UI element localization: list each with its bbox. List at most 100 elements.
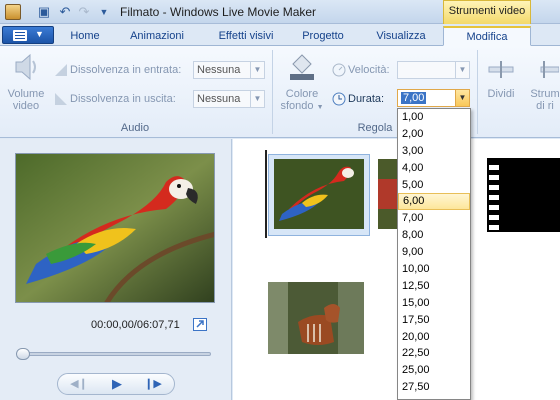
duration-option[interactable]: 8,00 (398, 227, 470, 244)
menu-icon (13, 30, 27, 41)
duration-option-highlighted[interactable]: 6,00 (398, 193, 470, 211)
speed-label-row: Velocità: (332, 63, 390, 77)
filmstrip-holes (489, 160, 499, 230)
duration-option[interactable]: 3,00 (398, 143, 470, 160)
chevron-down-icon: ▼ (35, 29, 44, 39)
group-separator (272, 50, 273, 134)
clip-image (378, 159, 398, 229)
group-separator (477, 50, 478, 134)
speed-select[interactable]: ▼ (397, 61, 470, 79)
chevron-down-icon: ▼ (455, 62, 469, 78)
clock-icon (332, 92, 346, 106)
playback-controls: ◀❙ ▶ ❙▶ (57, 373, 175, 395)
previous-frame-icon[interactable]: ◀❙ (64, 375, 94, 393)
tab-animazioni[interactable]: Animazioni (118, 27, 196, 45)
background-color-button[interactable]: Colore sfondo ▼ (276, 50, 328, 114)
duration-select[interactable]: 7,00 ▼ (397, 89, 470, 107)
fade-out-icon (54, 92, 68, 106)
duration-label-row: Durata: (332, 92, 384, 106)
audio-group-label: Audio (120, 122, 150, 134)
play-icon[interactable]: ▶ (102, 375, 132, 393)
duration-option[interactable]: 22,50 (398, 345, 470, 362)
antelope-clip-image (268, 282, 364, 354)
fade-in-icon (54, 63, 68, 77)
seek-slider-thumb[interactable] (16, 348, 30, 360)
seek-slider[interactable] (16, 348, 211, 360)
volume-video-button[interactable]: Volume video (4, 52, 48, 112)
ribbon: Volume video Dissolvenza in entrata: Nes… (0, 46, 560, 138)
chevron-down-icon: ▼ (316, 104, 324, 111)
speed-icon (332, 63, 346, 77)
trim-icon (540, 61, 560, 78)
duration-label: Durata: (348, 92, 385, 105)
fade-out-label-row: Dissolvenza in uscita: (54, 92, 176, 106)
fade-in-label-row: Dissolvenza in entrata: (54, 63, 181, 77)
chevron-down-icon: ▼ (250, 91, 264, 107)
tab-home[interactable]: Home (62, 27, 108, 45)
fade-in-label: Dissolvenza in entrata: (70, 63, 182, 76)
fade-out-value: Nessuna (197, 93, 241, 105)
duration-option[interactable]: 4,00 (398, 160, 470, 177)
paint-bucket-icon (290, 54, 314, 80)
split-button[interactable]: Dividi (480, 58, 522, 100)
clip-thumbnail[interactable] (378, 159, 398, 229)
volume-video-label-1: Volume (7, 88, 45, 100)
ribbon-tab-row: ▼ Home Animazioni Effetti visivi Progett… (0, 24, 560, 46)
playhead-marker[interactable] (265, 150, 267, 238)
background-color-label-1: Colore (285, 88, 319, 100)
fade-in-value: Nessuna (197, 64, 241, 76)
tab-progetto[interactable]: Progetto (291, 27, 355, 45)
next-frame-icon[interactable]: ❙▶ (138, 375, 168, 393)
tab-modifica[interactable]: Modifica (443, 26, 531, 46)
split-icon (488, 61, 514, 78)
parrot-image (16, 154, 214, 302)
clip-thumbnail[interactable] (274, 159, 364, 229)
clip-thumbnail[interactable] (487, 158, 560, 232)
duration-option[interactable]: 15,00 (398, 295, 470, 312)
timecode: 00:00,00/06:07,71 (91, 319, 180, 331)
trim-label-2: di ri (536, 100, 554, 112)
duration-option[interactable]: 1,00 (398, 109, 470, 126)
chevron-down-icon: ▼ (455, 90, 469, 106)
chevron-down-icon: ▼ (250, 62, 264, 78)
fullscreen-icon[interactable] (193, 318, 207, 331)
duration-value: 7,00 (401, 92, 427, 104)
window-title: Filmato - Windows Live Movie Maker (120, 5, 317, 19)
fade-out-label: Dissolvenza in uscita: (70, 92, 176, 105)
speaker-icon (15, 53, 36, 81)
duration-dropdown-list[interactable]: 1,00 2,00 3,00 4,00 5,00 6,00 7,00 8,00 … (397, 108, 471, 400)
quick-access-menu-icon[interactable]: ▼ (96, 4, 112, 20)
title-bar: ▣ ↶ ↷ ▼ Filmato - Windows Live Movie Mak… (0, 0, 560, 24)
movie-maker-app-icon (5, 4, 21, 20)
duration-option[interactable]: 20,00 (398, 329, 470, 346)
trim-tool-button[interactable]: Strum di ri (530, 58, 560, 112)
application-menu-button[interactable]: ▼ (2, 26, 54, 44)
save-icon[interactable]: ▣ (36, 4, 52, 20)
duration-option[interactable]: 2,00 (398, 126, 470, 143)
context-tab-header: Strumenti video (443, 0, 531, 24)
fade-in-select[interactable]: Nessuna ▼ (193, 61, 265, 79)
tab-visualizza[interactable]: Visualizza (364, 27, 438, 45)
parrot-clip-image (274, 159, 364, 229)
clip-thumbnail[interactable] (268, 282, 364, 354)
duration-option[interactable]: 25,00 (398, 362, 470, 379)
duration-option[interactable]: 5,00 (398, 177, 470, 194)
tab-effetti-visivi[interactable]: Effetti visivi (206, 27, 286, 45)
fade-out-select[interactable]: Nessuna ▼ (193, 90, 265, 108)
split-label: Dividi (487, 88, 515, 100)
background-color-label-2: sfondo (280, 100, 314, 112)
duration-option[interactable]: 10,00 (398, 261, 470, 278)
redo-icon[interactable]: ↷ (76, 4, 92, 20)
volume-video-label-2: video (12, 100, 40, 112)
duration-option[interactable]: 7,00 (398, 210, 470, 227)
undo-icon[interactable]: ↶ (57, 4, 73, 20)
speed-label: Velocità: (348, 63, 390, 76)
duration-option[interactable]: 17,50 (398, 312, 470, 329)
regola-group-label: Regola (357, 122, 393, 134)
duration-option[interactable]: 12,50 (398, 278, 470, 295)
preview-pane: 00:00,00/06:07,71 (0, 139, 232, 400)
video-preview[interactable] (15, 153, 215, 303)
duration-option[interactable]: 27,50 (398, 379, 470, 396)
duration-option[interactable]: 9,00 (398, 244, 470, 261)
trim-label-1: Strum (530, 88, 560, 100)
